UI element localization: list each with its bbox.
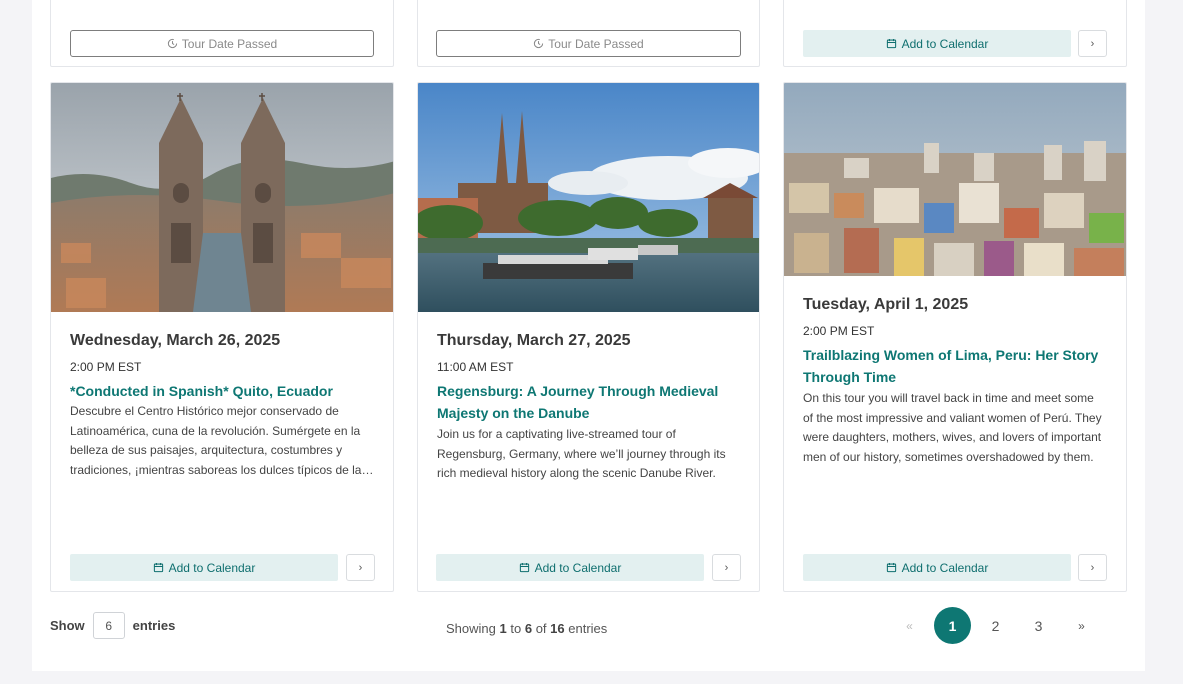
add-to-calendar-label: Add to Calendar — [901, 560, 989, 575]
table-info: Showing 1 to 6 of 16 entries — [446, 621, 607, 636]
event-date: Tuesday, April 1, 2025 — [803, 296, 969, 313]
event-time: 2:00 PM EST — [70, 360, 142, 374]
calendar-icon — [886, 563, 896, 573]
event-date: Wednesday, March 26, 2025 — [70, 332, 281, 349]
add-to-calendar-label: Add to Calendar — [534, 560, 622, 575]
info-total: 16 — [550, 621, 565, 636]
event-time: 11:00 AM EST — [437, 360, 514, 374]
tour-date-passed-button[interactable]: Tour Date Passed — [70, 30, 374, 57]
more-button[interactable]: › — [346, 554, 375, 581]
info-prefix: Showing — [446, 621, 496, 636]
event-title-link[interactable]: *Conducted in Spanish* Quito, Ecuador — [70, 380, 374, 402]
chevron-right-icon: › — [1090, 37, 1095, 50]
event-description: On this tour you will travel back in tim… — [803, 391, 1102, 464]
event-image — [418, 83, 759, 312]
pagination-page-1[interactable]: 1 — [934, 607, 971, 644]
add-to-calendar-button[interactable]: Add to Calendar — [70, 554, 338, 581]
info-to-word: to — [510, 621, 522, 636]
event-card: Wednesday, March 26, 2025 2:00 PM EST *C… — [50, 82, 394, 592]
event-title-link[interactable]: Regensburg: A Journey Through Medieval M… — [437, 380, 740, 424]
calendar-icon — [519, 563, 529, 573]
tour-date-passed-label: Tour Date Passed — [548, 36, 644, 51]
event-description: Descubre el Centro Histórico mejor conse… — [70, 404, 362, 477]
more-button[interactable]: › — [1078, 554, 1107, 581]
event-title-link[interactable]: Trailblazing Women of Lima, Peru: Her St… — [803, 344, 1111, 388]
chevron-right-icon: › — [724, 561, 729, 574]
info-from: 1 — [499, 621, 507, 636]
tour-date-passed-button[interactable]: Tour Date Passed — [436, 30, 741, 57]
show-entries: Show 6 entries — [50, 612, 175, 639]
pagination-page-3[interactable]: 3 — [1020, 607, 1057, 644]
add-to-calendar-button[interactable]: Add to Calendar — [436, 554, 704, 581]
event-card: Thursday, March 27, 2025 11:00 AM EST Re… — [417, 82, 760, 592]
event-description: Join us for a captivating live-streamed … — [437, 427, 726, 480]
pagination-next[interactable]: » — [1063, 607, 1100, 644]
event-card: Tuesday, April 1, 2025 2:00 PM EST Trail… — [783, 82, 1127, 592]
pagination-page-2[interactable]: 2 — [977, 607, 1014, 644]
entries-per-page-select[interactable]: 6 — [92, 612, 125, 639]
pagination-prev[interactable]: « — [891, 607, 928, 644]
chevron-right-icon: › — [1090, 561, 1095, 574]
info-to: 6 — [524, 621, 533, 636]
add-to-calendar-button[interactable]: Add to Calendar — [803, 554, 1071, 581]
event-card-top-1: Tour Date Passed — [50, 0, 394, 67]
chevron-right-icon: › — [358, 561, 363, 574]
calendar-icon — [153, 563, 163, 573]
show-label: Show — [50, 618, 85, 633]
add-to-calendar-label: Add to Calendar — [901, 36, 989, 51]
add-to-calendar-button[interactable]: Add to Calendar — [803, 30, 1071, 57]
clock-history-icon — [534, 38, 544, 49]
clock-history-icon — [167, 38, 177, 49]
info-suffix: entries — [568, 621, 608, 636]
event-card-top-2: Tour Date Passed — [417, 0, 760, 67]
event-time: 2:00 PM EST — [803, 324, 875, 338]
calendar-icon — [886, 39, 896, 49]
more-button[interactable]: › — [1078, 30, 1107, 57]
add-to-calendar-label: Add to Calendar — [168, 560, 256, 575]
event-image — [784, 83, 1126, 276]
event-date: Thursday, March 27, 2025 — [437, 332, 631, 349]
info-of-word: of — [535, 621, 547, 636]
tour-date-passed-label: Tour Date Passed — [181, 36, 278, 51]
entries-label: entries — [132, 618, 176, 633]
event-image — [51, 83, 393, 312]
more-button[interactable]: › — [712, 554, 741, 581]
event-card-top-3: Add to Calendar › — [783, 0, 1127, 67]
